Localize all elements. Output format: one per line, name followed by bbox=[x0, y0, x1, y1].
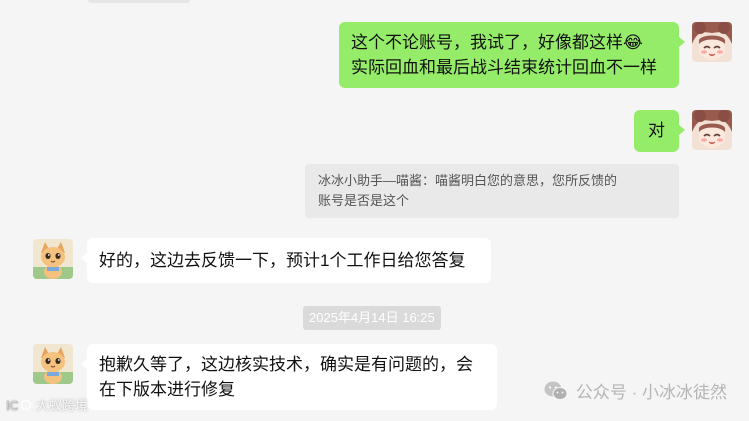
anime-girl-avatar-icon bbox=[692, 22, 732, 62]
other-avatar[interactable] bbox=[33, 344, 73, 384]
message-line: 实际回血和最后战斗结束统计回血不一样 bbox=[351, 58, 657, 77]
watermark-right-text: 公众号 · 小冰冰徒然 bbox=[575, 383, 727, 402]
other-message-bubble[interactable]: 好的，这边去反馈一下，预计1个工作日给您答复 bbox=[81, 238, 491, 283]
message-line: 好的，这边去反馈一下，预计1个工作日给您答复 bbox=[99, 251, 466, 270]
wechat-icon bbox=[544, 381, 568, 400]
watermark-right: 公众号 · 小冰冰徒然 bbox=[544, 378, 727, 403]
cartoon-cat-avatar-icon bbox=[33, 344, 73, 384]
quote-line: 冰冰小助手—喵酱：喵酱明白您的意思，您所反馈的 bbox=[318, 173, 618, 188]
message-line: 在下版本进行修复 bbox=[99, 380, 235, 399]
message-line: 抱歉久等了，这边核实技术，确实是有问题的，会 bbox=[99, 355, 473, 374]
svg-text:IC: IC bbox=[6, 399, 18, 412]
message-line: 对 bbox=[648, 121, 665, 140]
anime-girl-avatar-icon bbox=[692, 110, 732, 150]
watermark-left-text: 大蚁跨境 bbox=[36, 398, 89, 413]
message-line: 这个不论账号，我试了，好像都这样😂 bbox=[351, 33, 643, 52]
quoted-message[interactable]: 冰冰小助手—喵酱：喵酱明白您的意思，您所反馈的 账号是否是这个 bbox=[305, 164, 679, 218]
cartoon-cat-avatar-icon bbox=[33, 239, 73, 279]
self-avatar[interactable] bbox=[692, 22, 732, 62]
other-avatar[interactable] bbox=[33, 239, 73, 279]
quote-line: 账号是否是这个 bbox=[318, 193, 410, 208]
watermark-left: IC 大蚁跨境 bbox=[6, 395, 88, 414]
previous-message-edge bbox=[88, 0, 190, 3]
self-avatar[interactable] bbox=[692, 110, 732, 150]
timestamp-divider: 2025年4月14日 16:25 bbox=[303, 306, 441, 330]
self-message-bubble[interactable]: 对 bbox=[634, 110, 685, 152]
other-message-bubble[interactable]: 抱歉久等了，这边核实技术，确实是有问题的，会 在下版本进行修复 bbox=[81, 344, 497, 410]
self-message-bubble[interactable]: 这个不论账号，我试了，好像都这样😂 实际回血和最后战斗结束统计回血不一样 bbox=[339, 22, 685, 88]
watermark-logo-icon: IC bbox=[6, 398, 32, 412]
